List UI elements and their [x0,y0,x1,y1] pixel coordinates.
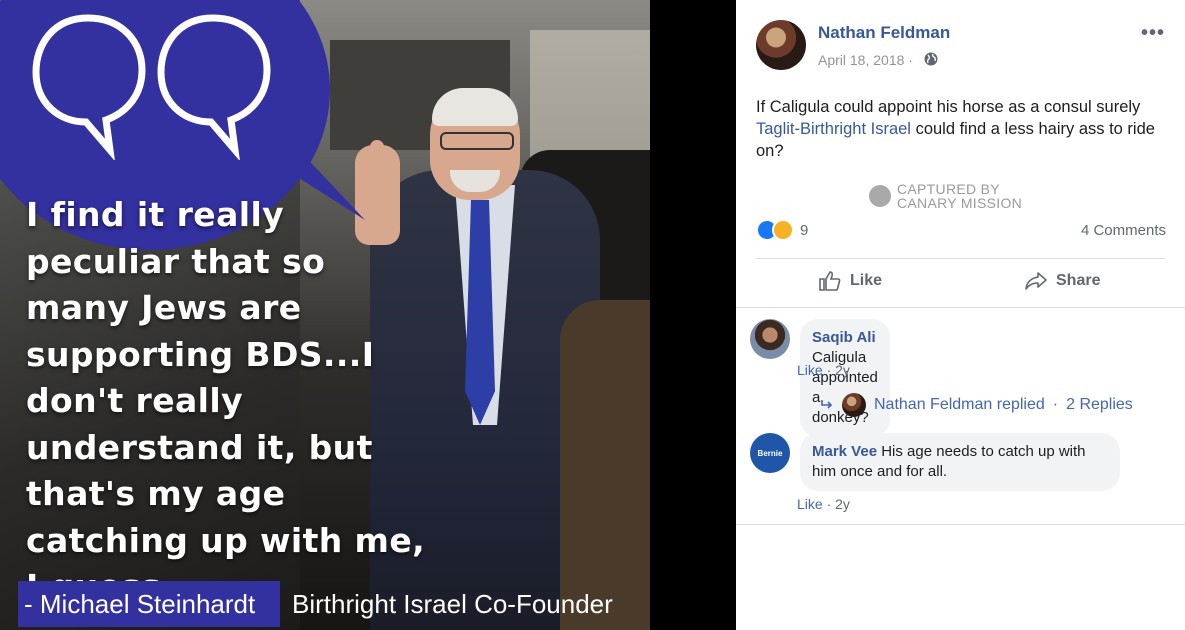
commenter-name[interactable]: Saqib Ali [812,329,876,346]
post-date[interactable]: April 18, 2018 · [818,52,913,68]
quote-image: I find it really peculiar that so many J… [0,0,650,630]
raised-finger [370,140,384,180]
comment-like-link[interactable]: Like [797,496,823,512]
like-label: Like [850,272,883,289]
comment-time[interactable]: · 2y [827,496,850,512]
share-icon [1025,272,1047,290]
share-button[interactable]: Share [1024,270,1100,292]
share-label: Share [1056,272,1101,289]
commenter-avatar[interactable]: Bernie [750,433,790,473]
watermark-text: CAPTURED BY CANARY MISSION [897,181,1023,211]
reply-separator: · [1052,396,1059,413]
divider-top [756,258,1165,259]
quote-marks-icon [32,14,271,160]
comments-count[interactable]: 4 Comments [1081,222,1166,239]
facebook-post: Nathan Feldman April 18, 2018 · ••• If C… [736,0,1185,630]
commenter-name[interactable]: Mark Vee [812,443,877,460]
replies-summary[interactable]: Nathan Feldman replied · 2 Replies [820,393,1133,417]
post-text: If Caligula could appoint his horse as a… [756,96,1176,162]
comment-meta: Like · 2y [797,496,850,512]
globe-icon [924,52,938,66]
commenter-avatar[interactable] [750,319,790,359]
like-button[interactable]: Like [818,270,882,292]
haha-reaction-icon [772,219,794,241]
reply-arrow-icon [821,400,833,409]
bernie-avatar-text: Bernie [757,448,783,458]
reactions-summary[interactable]: 9 [756,219,808,241]
canary-logo-icon [869,185,891,207]
reply-author-avatar [842,393,866,417]
comment-bubble: Mark Vee His age needs to catch up with … [800,433,1120,491]
comment-time[interactable]: · 2y [827,362,850,378]
attribution-name: - Michael Steinhardt [18,581,280,627]
taglit-link[interactable]: Taglit-Birthright Israel [756,120,911,138]
author-avatar[interactable] [756,20,806,70]
divider-end [736,524,1185,525]
quote-text: I find it really peculiar that so many J… [26,195,426,606]
post-text-prefix: If Caligula could appoint his horse as a… [756,98,1141,116]
man-hair [432,88,518,126]
comment-like-link[interactable]: Like [797,362,823,378]
divider-bottom [736,307,1185,308]
comment-bubble: Saqib Ali Caligula appointed a donkey? [800,319,890,437]
replies-count: 2 Replies [1066,396,1133,413]
building-right [530,30,650,170]
post-author[interactable]: Nathan Feldman [818,23,950,43]
more-options-icon[interactable]: ••• [1141,22,1165,45]
man-glasses [440,132,514,150]
thumbs-up-icon [819,271,841,291]
reaction-count: 9 [800,221,809,239]
reply-author-text: Nathan Feldman replied [874,396,1045,413]
attribution-role: Birthright Israel Co-Founder [292,589,613,619]
canary-mission-watermark: CAPTURED BY CANARY MISSION [869,182,1027,210]
comment-meta: Like · 2y [797,362,850,378]
